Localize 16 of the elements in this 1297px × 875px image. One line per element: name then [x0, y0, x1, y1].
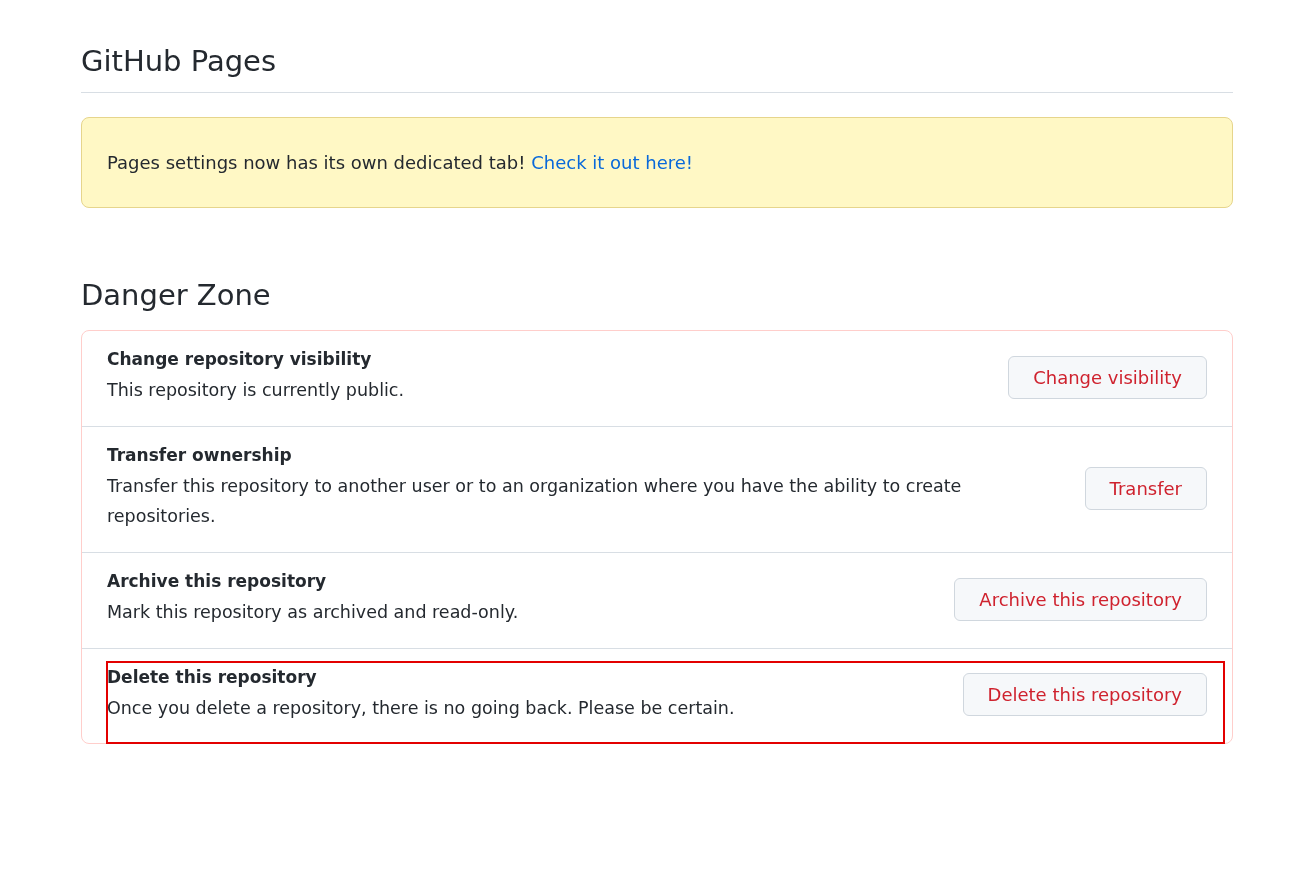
danger-button[interactable]: Transfer — [1084, 466, 1207, 510]
setting-title: Delete this repository — [107, 666, 318, 687]
notice-text: Pages settings now has its own dedicated tab! — [107, 152, 526, 173]
check-it-out-link[interactable]: Check it out here! — [531, 152, 694, 173]
setting-description: Mark this repository as archived and read-only. — [107, 600, 519, 624]
setting-description: This repository is currently public. — [107, 379, 405, 402]
danger-button[interactable]: Delete this repository — [962, 673, 1207, 717]
danger-button[interactable]: Change visibility — [1008, 355, 1207, 399]
setting-title: Change repository visibility — [107, 349, 373, 369]
setting-title: Archive this repository — [107, 570, 328, 591]
section-title: GitHub Pages — [81, 44, 1233, 93]
danger-button[interactable]: Archive this repository — [954, 577, 1207, 621]
setting-description: Transfer this repository to another user or to an organization where you have the ability to create repositories. — [107, 474, 963, 529]
setting-description: Once you delete a repository, there is no going back. Please be certain. — [107, 696, 735, 720]
setting-title: Transfer ownership — [107, 444, 293, 465]
section-title: Danger Zone — [81, 278, 272, 314]
